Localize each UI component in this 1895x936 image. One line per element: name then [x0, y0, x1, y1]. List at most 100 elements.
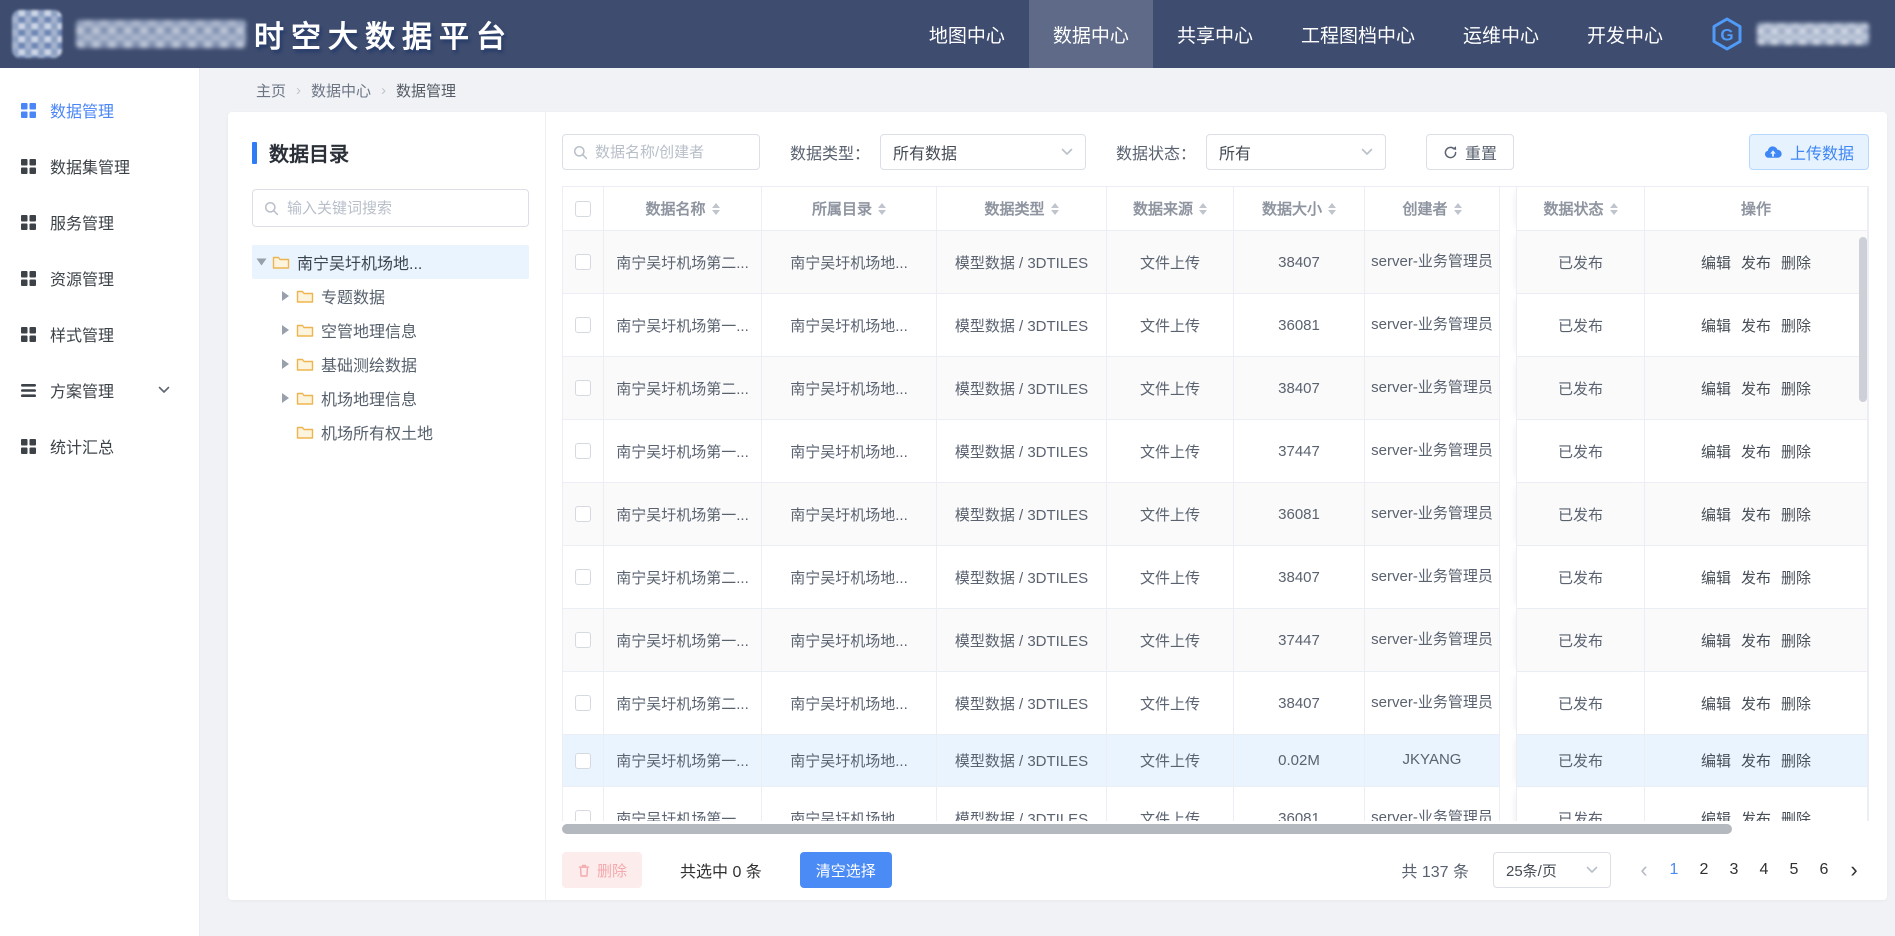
- publish-link[interactable]: 发布: [1741, 750, 1771, 771]
- row-checkbox[interactable]: [575, 569, 591, 585]
- publish-link[interactable]: 发布: [1741, 315, 1771, 336]
- edit-link[interactable]: 编辑: [1701, 441, 1731, 462]
- row-checkbox[interactable]: [575, 810, 591, 821]
- delete-link[interactable]: 删除: [1781, 750, 1811, 771]
- data-status-select[interactable]: 所有: [1206, 134, 1386, 170]
- next-page-button[interactable]: ›: [1839, 855, 1869, 885]
- column-header-status[interactable]: 数据状态: [1516, 187, 1645, 231]
- upload-data-button[interactable]: 上传数据: [1749, 134, 1869, 170]
- tree-node-airport-owned-land[interactable]: 机场所有权土地: [252, 415, 529, 449]
- table-row[interactable]: 南宁吴圩机场第一... 南宁吴圩机场地... 模型数据 / 3DTILES 文件…: [562, 483, 1868, 546]
- delete-link[interactable]: 删除: [1781, 693, 1811, 714]
- page-3[interactable]: 3: [1719, 855, 1749, 885]
- edit-link[interactable]: 编辑: [1701, 252, 1731, 273]
- table-row[interactable]: 南宁吴圩机场第一... 南宁吴圩机场地... 模型数据 / 3DTILES 文件…: [562, 420, 1868, 483]
- delete-link[interactable]: 删除: [1781, 441, 1811, 462]
- table-row[interactable]: 南宁吴圩机场第一... 南宁吴圩机场地... 模型数据 / 3DTILES 文件…: [562, 787, 1868, 821]
- publish-link[interactable]: 发布: [1741, 441, 1771, 462]
- column-header-type[interactable]: 数据类型: [937, 187, 1107, 231]
- column-header-creator[interactable]: 创建者: [1365, 187, 1500, 231]
- publish-link[interactable]: 发布: [1741, 808, 1771, 822]
- sort-icon[interactable]: [1610, 199, 1618, 219]
- sidebar-item-service-management[interactable]: 服务管理: [0, 194, 199, 250]
- tree-node-airport-geo-info[interactable]: 机场地理信息: [252, 381, 529, 415]
- row-checkbox[interactable]: [575, 317, 591, 333]
- publish-link[interactable]: 发布: [1741, 693, 1771, 714]
- delete-link[interactable]: 删除: [1781, 378, 1811, 399]
- reset-button[interactable]: 重置: [1426, 134, 1514, 170]
- delete-link[interactable]: 删除: [1781, 630, 1811, 651]
- nav-item-data-center[interactable]: 数据中心: [1029, 0, 1153, 68]
- username-blurred[interactable]: [1757, 23, 1869, 45]
- edit-link[interactable]: 编辑: [1701, 808, 1731, 822]
- sort-icon[interactable]: [878, 199, 886, 219]
- column-header-name[interactable]: 数据名称: [604, 187, 762, 231]
- select-all-checkbox[interactable]: [575, 201, 591, 217]
- clear-selection-button[interactable]: 清空选择: [800, 852, 892, 888]
- row-checkbox[interactable]: [575, 380, 591, 396]
- breadcrumb-data-center[interactable]: 数据中心: [311, 80, 371, 101]
- sidebar-item-data-management[interactable]: 数据管理: [0, 82, 199, 138]
- caret-right-icon[interactable]: [282, 393, 289, 403]
- delete-link[interactable]: 删除: [1781, 567, 1811, 588]
- page-5[interactable]: 5: [1779, 855, 1809, 885]
- sidebar-item-dataset-management[interactable]: 数据集管理: [0, 138, 199, 194]
- tree-node-basic-survey-data[interactable]: 基础测绘数据: [252, 347, 529, 381]
- sidebar-item-resource-management[interactable]: 资源管理: [0, 250, 199, 306]
- row-checkbox[interactable]: [575, 254, 591, 270]
- caret-right-icon[interactable]: [282, 325, 289, 335]
- publish-link[interactable]: 发布: [1741, 252, 1771, 273]
- edit-link[interactable]: 编辑: [1701, 315, 1731, 336]
- tree-node-thematic-data[interactable]: 专题数据: [252, 279, 529, 313]
- nav-item-dev-center[interactable]: 开发中心: [1563, 0, 1687, 68]
- breadcrumb-home[interactable]: 主页: [256, 80, 286, 101]
- caret-down-icon[interactable]: [257, 259, 267, 266]
- table-search-input[interactable]: [595, 144, 749, 161]
- table-row[interactable]: 南宁吴圩机场第二... 南宁吴圩机场地... 模型数据 / 3DTILES 文件…: [562, 231, 1868, 294]
- publish-link[interactable]: 发布: [1741, 567, 1771, 588]
- tree-node-root[interactable]: 南宁吴圩机场地...: [252, 245, 529, 279]
- edit-link[interactable]: 编辑: [1701, 504, 1731, 525]
- sort-icon[interactable]: [1199, 199, 1207, 219]
- publish-link[interactable]: 发布: [1741, 504, 1771, 525]
- column-header-source[interactable]: 数据来源: [1107, 187, 1234, 231]
- page-1[interactable]: 1: [1659, 855, 1689, 885]
- page-size-select[interactable]: 25条/页: [1493, 852, 1611, 888]
- vertical-scrollbar[interactable]: [1859, 237, 1867, 402]
- tree-search-input[interactable]: [287, 200, 517, 217]
- delete-link[interactable]: 删除: [1781, 315, 1811, 336]
- page-6[interactable]: 6: [1809, 855, 1839, 885]
- caret-right-icon[interactable]: [282, 359, 289, 369]
- page-4[interactable]: 4: [1749, 855, 1779, 885]
- data-type-select[interactable]: 所有数据: [880, 134, 1086, 170]
- table-row[interactable]: 南宁吴圩机场第一... 南宁吴圩机场地... 模型数据 / 3DTILES 文件…: [562, 609, 1868, 672]
- row-checkbox[interactable]: [575, 443, 591, 459]
- table-row[interactable]: 南宁吴圩机场第一... 南宁吴圩机场地... 模型数据 / 3DTILES 文件…: [562, 294, 1868, 357]
- edit-link[interactable]: 编辑: [1701, 378, 1731, 399]
- tree-node-atc-geo-info[interactable]: 空管地理信息: [252, 313, 529, 347]
- nav-item-engineering-archive-center[interactable]: 工程图档中心: [1277, 0, 1439, 68]
- table-row[interactable]: 南宁吴圩机场第二... 南宁吴圩机场地... 模型数据 / 3DTILES 文件…: [562, 357, 1868, 420]
- edit-link[interactable]: 编辑: [1701, 630, 1731, 651]
- prev-page-button[interactable]: ‹: [1629, 855, 1659, 885]
- delete-link[interactable]: 删除: [1781, 252, 1811, 273]
- row-checkbox[interactable]: [575, 753, 591, 769]
- horizontal-scrollbar[interactable]: [562, 824, 1732, 834]
- publish-link[interactable]: 发布: [1741, 630, 1771, 651]
- edit-link[interactable]: 编辑: [1701, 567, 1731, 588]
- nav-item-share-center[interactable]: 共享中心: [1153, 0, 1277, 68]
- sidebar-item-style-management[interactable]: 样式管理: [0, 306, 199, 362]
- edit-link[interactable]: 编辑: [1701, 750, 1731, 771]
- row-checkbox[interactable]: [575, 632, 591, 648]
- column-header-size[interactable]: 数据大小: [1234, 187, 1365, 231]
- caret-right-icon[interactable]: [282, 291, 289, 301]
- sort-icon[interactable]: [712, 199, 720, 219]
- sort-icon[interactable]: [1454, 199, 1462, 219]
- table-row[interactable]: 南宁吴圩机场第二... 南宁吴圩机场地... 模型数据 / 3DTILES 文件…: [562, 672, 1868, 735]
- delete-link[interactable]: 删除: [1781, 504, 1811, 525]
- sort-icon[interactable]: [1328, 199, 1336, 219]
- row-checkbox[interactable]: [575, 695, 591, 711]
- sort-icon[interactable]: [1051, 199, 1059, 219]
- sidebar-item-statistics-summary[interactable]: 统计汇总: [0, 418, 199, 474]
- column-header-catalog[interactable]: 所属目录: [762, 187, 937, 231]
